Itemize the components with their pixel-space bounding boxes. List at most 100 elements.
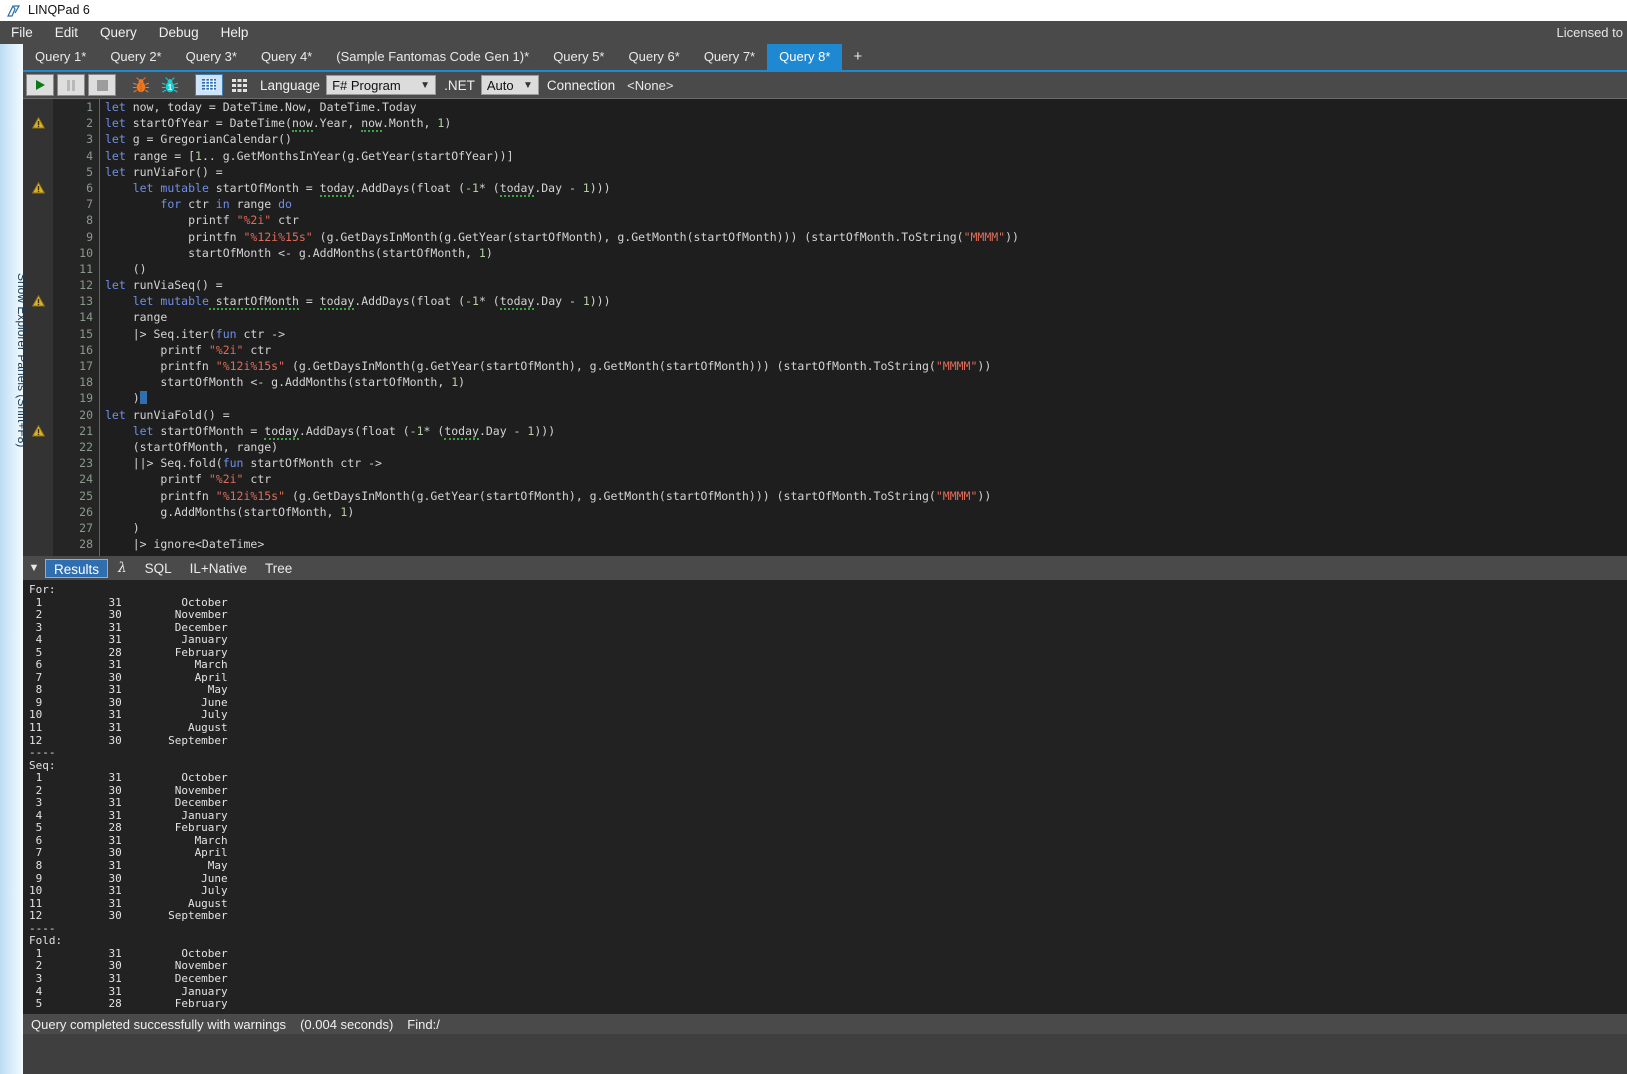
editor-code-line[interactable]: ||> Seq.fold(fun startOfMonth ctr -> bbox=[105, 455, 1627, 471]
tab-query-1[interactable]: Query 1* bbox=[23, 44, 98, 70]
tab-il-native[interactable]: IL+Native bbox=[182, 559, 255, 578]
menu-item-help[interactable]: Help bbox=[210, 21, 260, 44]
debug-button[interactable] bbox=[128, 74, 154, 96]
output-line: ---- bbox=[29, 746, 56, 760]
tab-results[interactable]: Results bbox=[45, 558, 109, 578]
triangle-down-icon[interactable]: ▼ bbox=[23, 562, 45, 574]
run-button[interactable] bbox=[26, 74, 54, 96]
code-token: "MMMM" bbox=[935, 359, 978, 373]
output-line: 2 30 November bbox=[29, 608, 228, 622]
tab-lambda[interactable]: λ bbox=[110, 559, 135, 578]
menu-item-debug[interactable]: Debug bbox=[148, 21, 210, 44]
status-elapsed: (0.004 seconds) bbox=[300, 1016, 394, 1032]
editor-code-line[interactable]: printf "%2i" ctr bbox=[105, 212, 1627, 228]
editor-gutter-row bbox=[23, 212, 53, 228]
results-output-pane[interactable]: For: 1 31 October 2 30 November 3 31 Dec… bbox=[23, 580, 1627, 1014]
editor-code-line[interactable]: startOfMonth <- g.AddMonths(startOfMonth… bbox=[105, 245, 1627, 261]
warning-icon bbox=[31, 295, 45, 307]
code-token: * ( bbox=[423, 423, 445, 438]
status-find[interactable]: Find:/ bbox=[407, 1017, 440, 1032]
editor-code-line[interactable]: let mutable startOfMonth = today.AddDays… bbox=[105, 293, 1627, 311]
editor-code-line[interactable]: let runViaFor() = bbox=[105, 164, 1627, 180]
menu-item-query[interactable]: Query bbox=[89, 21, 148, 44]
stop-button[interactable] bbox=[88, 74, 116, 96]
results-grid-button[interactable] bbox=[195, 74, 223, 96]
editor-code-line[interactable]: (startOfMonth, range) bbox=[105, 439, 1627, 455]
code-token: in bbox=[215, 197, 230, 212]
editor-code-line[interactable]: let runViaSeq() = bbox=[105, 277, 1627, 293]
tab-query-6[interactable]: Query 6* bbox=[617, 44, 692, 70]
query-toolbar: 1 Language F# Program ▼ .NET Auto ▼ Conn… bbox=[23, 72, 1627, 98]
code-token: "MMMM" bbox=[963, 229, 1006, 244]
explorer-rail-label: Show Explorer Panels (Shift+F8) bbox=[15, 273, 29, 448]
svg-text:1: 1 bbox=[168, 83, 173, 92]
menu-item-edit[interactable]: Edit bbox=[44, 21, 89, 44]
editor-code-line[interactable]: () bbox=[105, 261, 1627, 277]
code-token: )) bbox=[977, 488, 992, 503]
tab-query-5[interactable]: Query 5* bbox=[541, 44, 616, 70]
editor-code-line[interactable]: let range = [1.. g.GetMonthsInYear(g.Get… bbox=[105, 148, 1627, 164]
editor-code-line[interactable]: let mutable startOfMonth = today.AddDays… bbox=[105, 180, 1627, 197]
editor-code-line[interactable]: let startOfMonth = today.AddDays(float (… bbox=[105, 423, 1627, 440]
editor-gutter-row bbox=[23, 164, 53, 180]
editor-code-line[interactable]: printf "%2i" ctr bbox=[105, 471, 1627, 487]
editor-code-line[interactable]: printfn "%12i%15s" (g.GetDaysInMonth(g.G… bbox=[105, 358, 1627, 374]
code-token: ))) bbox=[589, 294, 611, 309]
editor-code-line[interactable]: ) bbox=[105, 390, 1627, 406]
net-select[interactable]: Auto ▼ bbox=[480, 75, 539, 95]
debug-attach-button[interactable]: 1 bbox=[157, 74, 183, 96]
output-line: 5 28 February bbox=[29, 821, 228, 835]
tab-query-2[interactable]: Query 2* bbox=[98, 44, 173, 70]
editor-code-line[interactable]: let now, today = DateTime.Now, DateTime.… bbox=[105, 99, 1627, 115]
editor-code-line[interactable]: printf "%2i" ctr bbox=[105, 342, 1627, 358]
editor-code-line[interactable]: ) bbox=[105, 520, 1627, 536]
editor-code-line[interactable]: |> Seq.iter(fun ctr -> bbox=[105, 326, 1627, 342]
code-token: )) bbox=[1005, 229, 1019, 244]
tab-query-7[interactable]: Query 7* bbox=[692, 44, 767, 70]
editor-code-line[interactable]: printfn "%12i%15s" (g.GetDaysInMonth(g.G… bbox=[105, 488, 1627, 504]
tab-tree[interactable]: Tree bbox=[257, 559, 300, 578]
code-token: "%12i%15s" bbox=[215, 359, 286, 373]
new-tab-button[interactable]: + bbox=[842, 44, 873, 70]
editor-code-line[interactable]: let startOfYear = DateTime(now.Year, now… bbox=[105, 115, 1627, 133]
output-line: 7 30 April bbox=[29, 846, 228, 860]
net-value: Auto bbox=[486, 77, 514, 93]
explorer-panel-rail[interactable]: Show Explorer Panels (Shift+F8) bbox=[0, 44, 29, 1074]
warning-icon bbox=[31, 117, 45, 129]
code-token: 1 bbox=[478, 245, 486, 260]
tab-query-3[interactable]: Query 3* bbox=[174, 44, 249, 70]
tab-query-8[interactable]: Query 8* bbox=[767, 44, 843, 70]
editor-warning-marker[interactable] bbox=[23, 115, 53, 131]
editor-code-line[interactable]: let runViaFold() = bbox=[105, 407, 1627, 423]
editor-line-number: 15 bbox=[79, 326, 93, 341]
editor-code-line[interactable]: range bbox=[105, 309, 1627, 325]
table-results-button[interactable] bbox=[226, 74, 252, 96]
editor-code-line[interactable]: for ctr in range do bbox=[105, 196, 1627, 212]
menu-item-file[interactable]: File bbox=[0, 21, 44, 44]
code-token: .Month, bbox=[381, 116, 438, 131]
tab-sql[interactable]: SQL bbox=[137, 559, 180, 578]
window-title: LINQPad 6 bbox=[28, 3, 90, 17]
tab-query-4[interactable]: Query 4* bbox=[249, 44, 324, 70]
tab-sample-fantomas-code-gen-1[interactable]: (Sample Fantomas Code Gen 1)* bbox=[324, 44, 541, 70]
connection-value[interactable]: <None> bbox=[627, 78, 673, 93]
editor-code-line[interactable]: |> ignore<DateTime> bbox=[105, 536, 1627, 552]
pause-button[interactable] bbox=[57, 74, 85, 96]
code-token: (g.GetDaysInMonth(g.GetYear(startOfMonth… bbox=[285, 359, 936, 373]
editor-warning-marker[interactable] bbox=[23, 180, 53, 196]
editor-line-number: 25 bbox=[79, 488, 93, 503]
editor-line-number: 9 bbox=[86, 229, 93, 244]
code-token: "MMMM" bbox=[935, 488, 978, 503]
editor-code-line[interactable]: startOfMonth <- g.AddMonths(startOfMonth… bbox=[105, 374, 1627, 390]
output-line: 8 31 May bbox=[29, 683, 228, 697]
editor-code-area[interactable]: let now, today = DateTime.Now, DateTime.… bbox=[105, 99, 1627, 556]
code-token: "%12i%15s" bbox=[215, 488, 286, 503]
warning-icon bbox=[31, 424, 45, 437]
code-token: printfn bbox=[105, 229, 244, 244]
editor-code-line[interactable]: let g = GregorianCalendar() bbox=[105, 131, 1627, 147]
editor-code-line[interactable]: printfn "%12i%15s" (g.GetDaysInMonth(g.G… bbox=[105, 229, 1627, 245]
language-select[interactable]: F# Program ▼ bbox=[326, 75, 437, 95]
output-line: 6 31 March bbox=[29, 833, 228, 847]
code-editor[interactable]: 1 2 3 4 5 6 7 8 9 10 11 12 13 14 15 16 17 18 19 20 21 22 23 24 2… bbox=[23, 98, 1627, 556]
editor-code-line[interactable]: g.AddMonths(startOfMonth, 1) bbox=[105, 504, 1627, 520]
